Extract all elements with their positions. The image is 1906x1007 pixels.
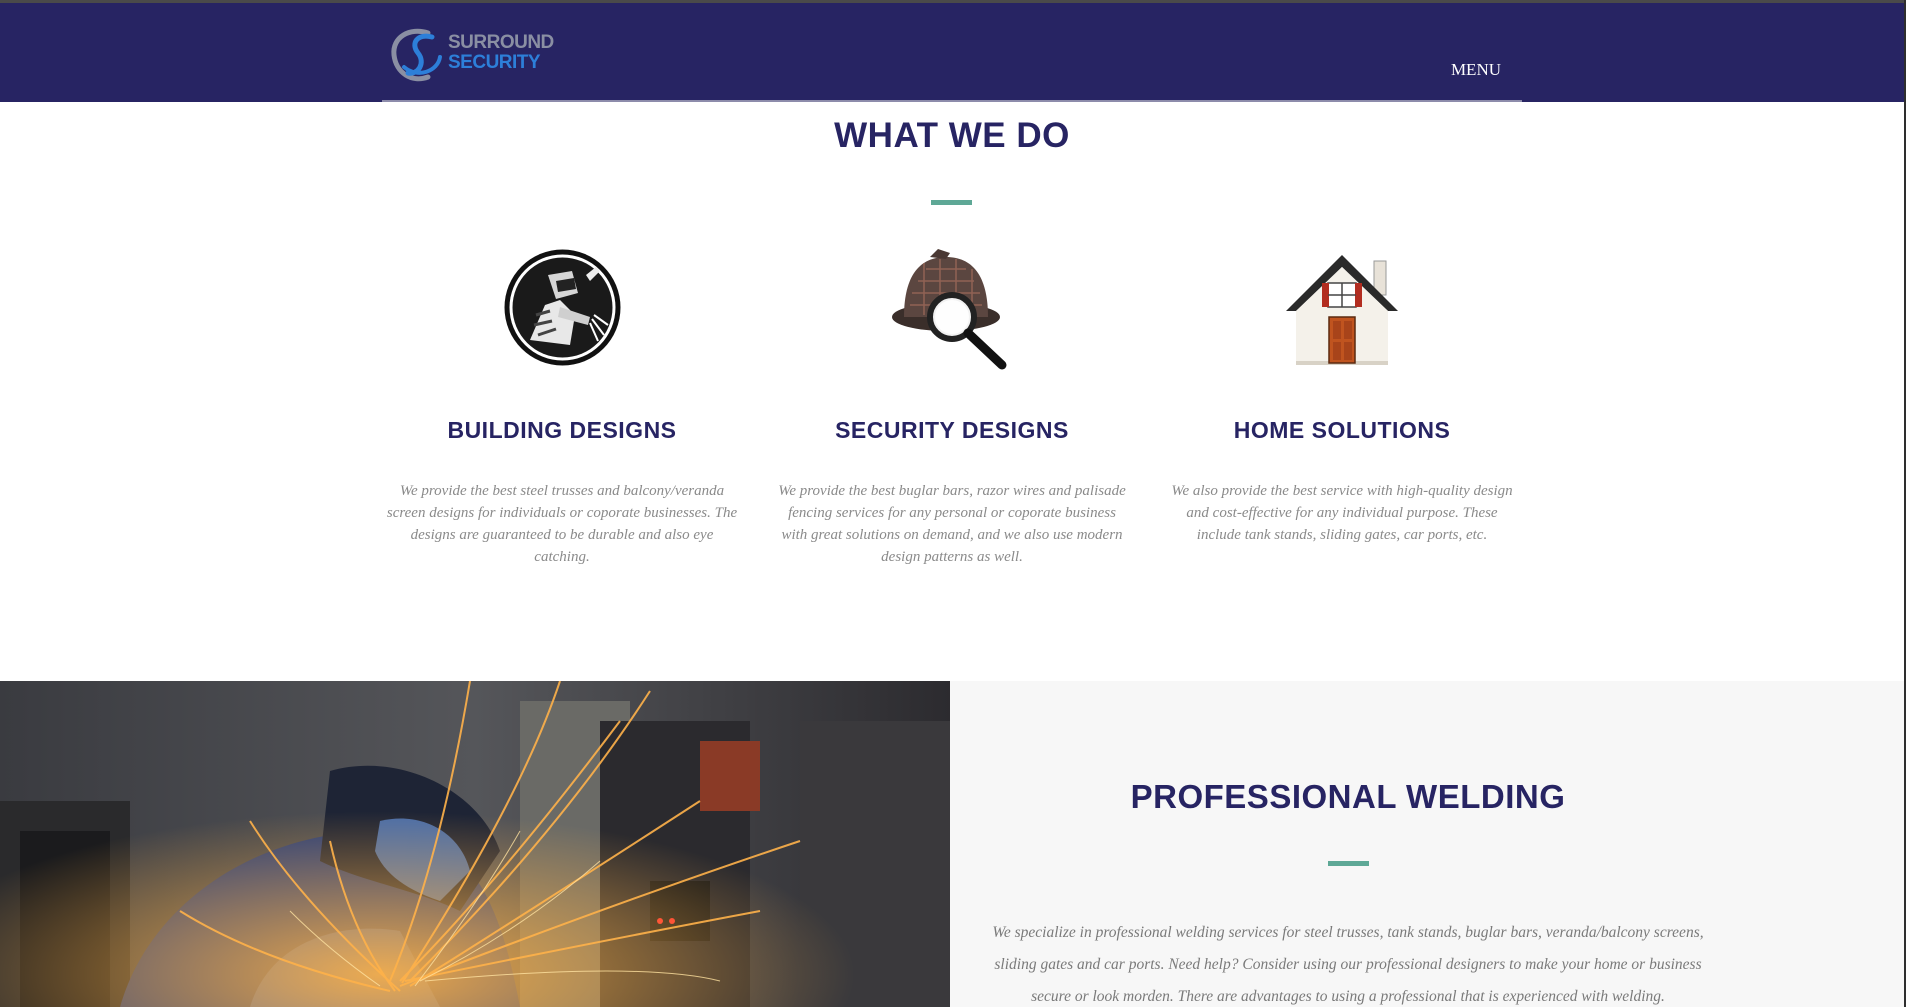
service-description: We provide the best steel trusses and ba… (386, 483, 738, 565)
logo-word-surround: SURROUND (448, 32, 554, 53)
service-building-designs: BUILDING DESIGNS We provide the best ste… (382, 245, 742, 568)
service-title: SECURITY DESIGNS (835, 417, 1069, 443)
service-security-designs: SECURITY DESIGNS We provide the best bug… (772, 245, 1132, 568)
professional-welding-divider (1328, 861, 1369, 866)
logo-text: SURROUND SECURITY (448, 33, 554, 73)
service-description: We also provide the best service with hi… (1171, 483, 1513, 543)
welding-photo (0, 681, 950, 1007)
site-logo[interactable]: SURROUND SECURITY (382, 3, 554, 102)
service-description: We provide the best buglar bars, razor w… (778, 483, 1126, 565)
professional-welding-section: PROFESSIONAL WELDING We specialize in pr… (950, 681, 1904, 1007)
header-inner: SURROUND SECURITY MENU (382, 3, 1522, 102)
professional-welding-description: We specialize in professional welding se… (992, 924, 1704, 1005)
what-we-do-divider (931, 200, 972, 205)
what-we-do-title: WHAT WE DO (834, 116, 1070, 155)
site-header: SURROUND SECURITY MENU (0, 3, 1904, 102)
welder-sparks-image (0, 681, 950, 1007)
menu-button[interactable]: MENU (1451, 60, 1501, 80)
logo-word-security: SECURITY (448, 52, 541, 73)
house-icon (1285, 255, 1398, 365)
service-title: HOME SOLUTIONS (1233, 417, 1451, 443)
service-home-solutions: HOME SOLUTIONS We also provide the best … (1162, 245, 1522, 546)
welder-icon (504, 249, 620, 366)
detective-magnifier-icon (891, 249, 1006, 370)
professional-welding-title: PROFESSIONAL WELDING (1130, 778, 1566, 815)
service-title: BUILDING DESIGNS (447, 417, 677, 443)
